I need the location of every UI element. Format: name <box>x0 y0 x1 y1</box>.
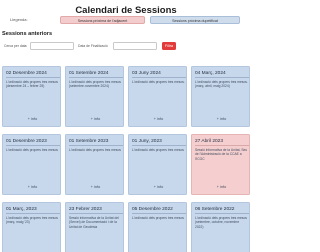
session-description: L'ordinació dels propers tres mesos. <box>132 80 185 84</box>
session-description: L'ordinació dels propers tres mesos (des… <box>6 80 58 89</box>
session-description: L'ordinació dels propers tres mesos (set… <box>195 216 247 229</box>
from-date-label: Cerca per data: <box>4 44 28 48</box>
session-date: 01 Setembre 2024 <box>69 71 109 76</box>
more-info-link[interactable]: + info <box>192 185 251 189</box>
more-info-link[interactable]: + info <box>129 185 188 189</box>
session-date: 05 Desembre 2022 <box>132 207 173 212</box>
more-info-link[interactable]: + info <box>3 185 62 189</box>
session-card[interactable]: 03 Juny 2024 L'ordinació dels propers tre… <box>128 66 187 127</box>
session-description: L'ordinació dels propers tres mesos. (ma… <box>195 80 248 89</box>
card-divider <box>69 145 123 146</box>
card-divider <box>6 145 60 146</box>
session-card[interactable]: 01 Setembre 2023 L'ordinació dels propers… <box>65 134 124 195</box>
session-description: L'ordinació dels propers tres mesos <box>6 148 58 152</box>
card-divider <box>132 145 186 146</box>
session-card[interactable]: 02 Desembre 2024 L'ordinació dels propers… <box>2 66 61 127</box>
from-date-input[interactable] <box>30 42 74 50</box>
more-info-link[interactable]: + info <box>192 117 251 121</box>
legend-label: Llegenda: <box>10 17 28 22</box>
session-date: 27 Abril 2023 <box>195 139 224 144</box>
card-divider <box>132 213 186 214</box>
session-description: Sessió informativa de la Unitat del (Ser… <box>69 216 119 229</box>
card-divider <box>195 213 249 214</box>
legend-expired-pill: Sessions pròxima dupetificat <box>150 16 240 24</box>
section-title: Sessions anteriors <box>2 31 53 37</box>
card-divider <box>6 77 60 78</box>
card-divider <box>132 77 186 78</box>
session-card[interactable]: 01 Març, 2023 L'ordinació dels propers tr… <box>2 202 61 252</box>
session-card[interactable]: 27 Abril 2023 Sessió informativa de la Un… <box>191 134 250 195</box>
session-card[interactable]: 04 Març, 2024 L'ordinació dels propers tr… <box>191 66 250 127</box>
session-description: L'ordinació dels propers tres mesos <box>132 216 184 220</box>
session-description: L'ordinació dels propers tres mesos <box>69 148 121 152</box>
session-date: 01 Setembre 2023 <box>69 139 109 144</box>
session-description: Sessió informativa de la Unitat, Seu de … <box>195 148 248 161</box>
card-divider <box>195 145 249 146</box>
session-date: 06 Setembre 2022 <box>195 207 235 212</box>
session-date: 04 Març, 2024 <box>195 71 226 76</box>
session-card[interactable]: 01 Juny, 2023 L'ordinació dels propers tr… <box>128 134 187 195</box>
session-date: 02 Desembre 2024 <box>6 71 47 76</box>
more-info-link[interactable]: + info <box>3 117 62 121</box>
session-date: 01 Març, 2023 <box>6 207 37 212</box>
legend-adjacent-pill: Sessions pròxima de l'adjacent <box>60 16 145 24</box>
more-info-link[interactable]: + info <box>129 117 188 121</box>
session-description: L'ordinació dels propers tres mesos <box>132 148 184 152</box>
card-divider <box>6 213 60 214</box>
card-divider <box>69 213 123 214</box>
card-divider <box>69 77 123 78</box>
card-divider <box>195 77 249 78</box>
legend: Llegenda: Sessions pròxima de l'adjacent… <box>10 16 244 25</box>
session-date: 23 Febrer 2023 <box>69 207 102 212</box>
session-description: L'ordinació dels propers tres mesos (mar… <box>6 216 58 225</box>
session-card[interactable]: 01 Setembre 2024 L'ordinació dels propers… <box>65 66 124 127</box>
filter-button[interactable]: Filtra <box>162 42 176 50</box>
more-info-link[interactable]: + info <box>66 117 125 121</box>
to-date-input[interactable] <box>113 42 157 50</box>
session-card[interactable]: 06 Setembre 2022 L'ordinació dels propers… <box>191 202 250 252</box>
filter-bar: Cerca per data: Data de Finalització Fil… <box>4 41 248 51</box>
session-date: 03 Juny 2024 <box>132 71 161 76</box>
session-description: L'ordinació dels propers tres mesos (set… <box>69 80 121 89</box>
more-info-link[interactable]: + info <box>66 185 125 189</box>
to-date-label: Data de Finalització <box>78 44 108 48</box>
session-card[interactable]: 05 Desembre 2022 L'ordinació dels propers… <box>128 202 187 252</box>
session-date: 01 Desembre 2023 <box>6 139 47 144</box>
session-card[interactable]: 01 Desembre 2023 L'ordinació dels propers… <box>2 134 61 195</box>
session-date: 01 Juny, 2023 <box>132 139 162 144</box>
page-title: Calendari de Sessions <box>75 5 177 16</box>
session-card[interactable]: 23 Febrer 2023 Sessió informativa de la U… <box>65 202 124 252</box>
